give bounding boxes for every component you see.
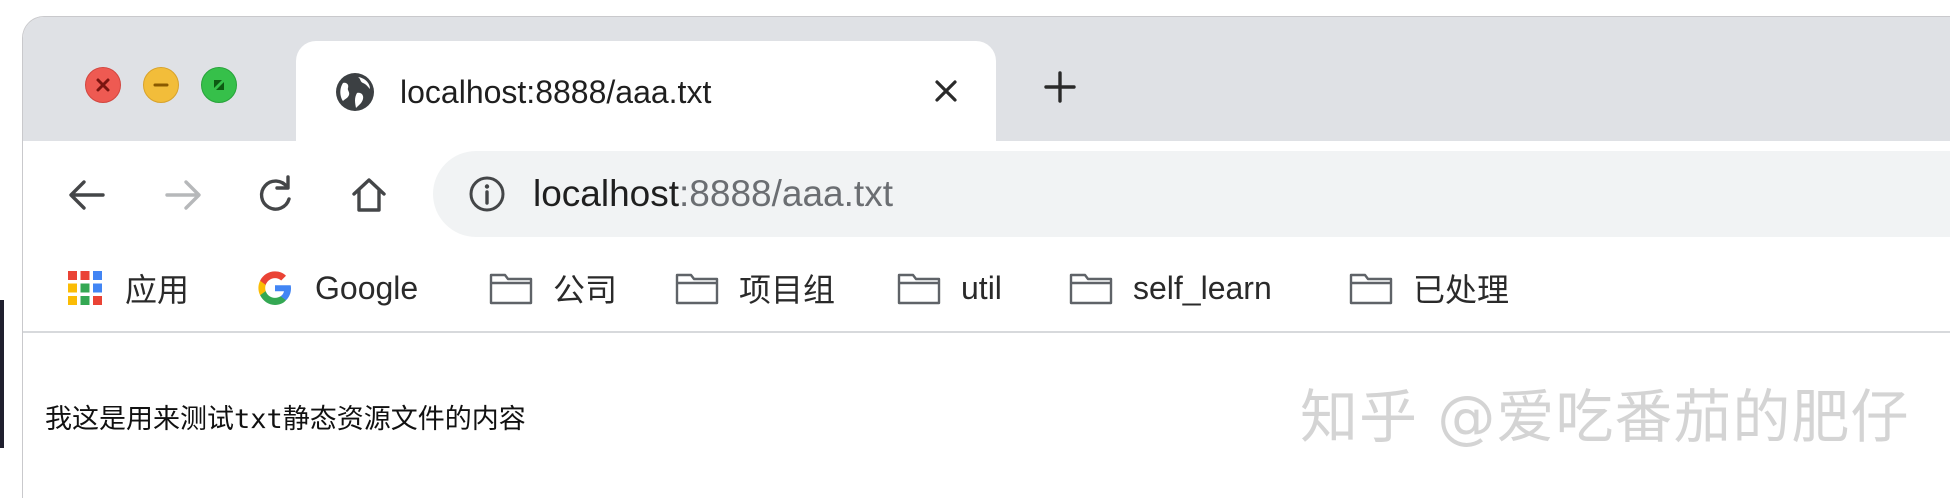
active-tab[interactable]: localhost:8888/aaa.txt: [296, 41, 996, 145]
bookmark-folder-label: util: [961, 269, 1002, 306]
bookmark-folder-label: 项目组: [739, 272, 836, 308]
bookmark-folder-company[interactable]: 公司: [489, 265, 617, 311]
forward-arrow-icon[interactable]: [161, 173, 205, 217]
navigation-toolbar: localhost:8888/aaa.txt: [23, 141, 1950, 245]
bookmark-folder-label: self_learn: [1133, 269, 1272, 306]
folder-icon: [1069, 273, 1113, 305]
screenshot: localhost:8888/aaa.txt localhost:8888/aa…: [0, 0, 1950, 498]
close-tab-icon[interactable]: [928, 73, 964, 109]
home-icon[interactable]: [347, 173, 391, 217]
minimize-icon: [153, 83, 169, 87]
close-window-button[interactable]: [85, 67, 121, 103]
bookmarks-bar: 应用 Google 公司 项目组 util self_learn 已处理: [23, 245, 1950, 333]
fullscreen-icon: [214, 80, 224, 90]
text-file-content: 我这是用来测试txt静态资源文件的内容: [45, 404, 526, 435]
bookmark-folder-processed[interactable]: 已处理: [1349, 265, 1509, 311]
close-icon: [96, 78, 110, 92]
tab-title: localhost:8888/aaa.txt: [400, 74, 712, 110]
url-host: localhost: [533, 173, 680, 214]
url-path: :8888/aaa.txt: [679, 173, 893, 214]
site-info-icon[interactable]: [467, 174, 507, 214]
bookmark-apps[interactable]: 应用: [65, 265, 189, 311]
bookmark-apps-label: 应用: [125, 272, 190, 308]
bookmark-folder-self-learn[interactable]: self_learn: [1069, 265, 1272, 311]
bookmark-google-label: Google: [315, 269, 419, 306]
address-bar[interactable]: localhost:8888/aaa.txt: [433, 151, 1950, 237]
globe-icon: [336, 73, 374, 111]
reload-icon[interactable]: [253, 173, 297, 217]
back-arrow-icon[interactable]: [65, 173, 109, 217]
bookmark-folder-project-team[interactable]: 项目组: [675, 265, 835, 311]
folder-icon: [489, 273, 533, 305]
folder-icon: [675, 273, 719, 305]
minimize-window-button[interactable]: [143, 67, 179, 103]
apps-grid-icon: [68, 271, 102, 305]
bookmark-google[interactable]: Google: [255, 265, 418, 311]
google-g-icon: [258, 271, 291, 305]
folder-icon: [897, 273, 941, 305]
url-text[interactable]: localhost:8888/aaa.txt: [533, 171, 893, 217]
watermark: 知乎 @爱吃番茄的肥仔: [1300, 383, 1910, 451]
background-window-edge: [0, 300, 4, 448]
new-tab-icon[interactable]: [1040, 67, 1080, 107]
tab-strip: localhost:8888/aaa.txt: [23, 17, 1950, 145]
bookmark-folder-label: 公司: [553, 272, 618, 308]
bookmark-folder-util[interactable]: util: [897, 265, 1002, 311]
bookmark-folder-label: 已处理: [1413, 272, 1510, 308]
zoom-window-button[interactable]: [201, 67, 237, 103]
folder-icon: [1349, 273, 1393, 305]
traffic-lights: [85, 67, 237, 103]
